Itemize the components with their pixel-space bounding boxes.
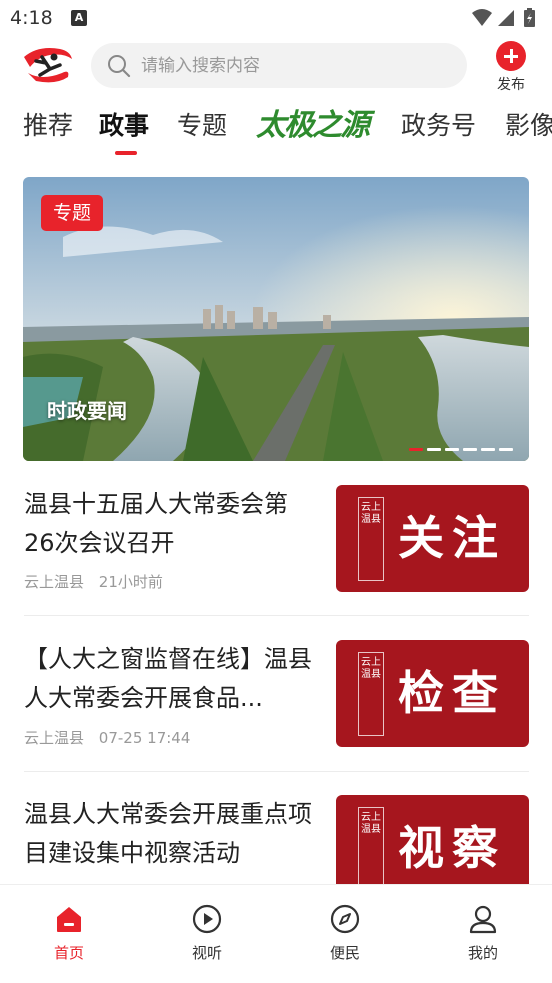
thumbnail-text: 视察	[398, 821, 506, 875]
news-time: 21小时前	[98, 573, 163, 591]
news-thumbnail[interactable]: 云上温县 视察	[336, 795, 529, 885]
news-meta: 云上温县 07-25 17:44	[24, 727, 200, 748]
news-source: 云上温县	[24, 573, 85, 591]
carousel-dot	[499, 448, 513, 451]
carousel-indicator	[409, 448, 517, 452]
user-icon	[469, 905, 497, 934]
tab-gov-accounts[interactable]: 政务号	[401, 106, 476, 146]
publish-button[interactable]: 发布	[490, 41, 532, 95]
status-bar: 4:18 A	[0, 0, 552, 38]
nav-home[interactable]: 首页	[0, 885, 138, 975]
news-time: 07-25 17:44	[98, 729, 191, 747]
carousel-dot	[463, 448, 477, 451]
tab-politics[interactable]: 政事	[99, 106, 149, 146]
news-title[interactable]: 温县十五届人大常委会第26次会议召开	[24, 485, 316, 563]
thumbnail-seal: 云上温县	[358, 652, 384, 736]
divider	[24, 615, 529, 616]
plus-icon	[496, 41, 526, 71]
nav-label: 我的	[467, 944, 498, 962]
nav-media[interactable]: 视听	[138, 885, 276, 975]
thumbnail-seal-text: 云上温县	[361, 812, 381, 835]
tab-recommend[interactable]: 推荐	[23, 106, 73, 146]
nav-label: 首页	[53, 944, 84, 962]
home-icon	[57, 907, 81, 932]
carousel-dot	[481, 448, 495, 451]
tab-taiji-label: 太极之源	[256, 108, 370, 143]
thumbnail-seal-text: 云上温县	[361, 657, 381, 680]
play-icon	[192, 904, 222, 934]
thumbnail-text: 检查	[398, 666, 506, 720]
tab-topics[interactable]: 专题	[177, 106, 227, 146]
news-thumbnail[interactable]: 云上温县 关注	[336, 485, 529, 592]
tab-gallery[interactable]: 影像	[505, 106, 552, 146]
news-meta: 云上温县 21小时前	[24, 571, 173, 592]
active-tab-indicator	[115, 151, 137, 155]
thumbnail-seal: 云上温县	[358, 497, 384, 581]
signal-icon	[498, 10, 514, 26]
news-thumbnail[interactable]: 云上温县 检查	[336, 640, 529, 747]
divider	[24, 771, 529, 772]
thumbnail-seal: 云上温县	[358, 807, 384, 885]
header: 发布	[0, 38, 552, 96]
news-item[interactable]: 温县十五届人大常委会第26次会议召开 云上温县 21小时前 云上温县 关注	[0, 485, 552, 640]
bottom-nav: 首页 视听 便民 我的	[0, 884, 552, 983]
nav-services[interactable]: 便民	[276, 885, 414, 975]
search-icon	[108, 55, 131, 78]
search-input[interactable]	[141, 43, 441, 88]
channel-tabs: 推荐 政事 专题 太极之源 政务号 影像	[0, 100, 552, 164]
news-item[interactable]: 温县人大常委会开展重点项目建设集中视察活动 云上温县 视察	[0, 795, 552, 885]
carousel-dot	[409, 448, 423, 451]
compass-icon	[330, 904, 360, 934]
tab-taiji[interactable]: 太极之源	[256, 106, 370, 146]
banner-tag: 专题	[41, 195, 104, 231]
banner-carousel[interactable]: 专题 时政要闻	[23, 177, 529, 461]
nav-label: 便民	[329, 944, 360, 962]
carousel-dot	[445, 448, 459, 451]
search-bar[interactable]	[91, 43, 467, 88]
news-title[interactable]: 【人大之窗监督在线】温县人大常委会开展食品...	[24, 640, 316, 718]
nav-label: 视听	[191, 944, 222, 962]
publish-label: 发布	[497, 77, 525, 93]
news-title[interactable]: 温县人大常委会开展重点项目建设集中视察活动	[24, 795, 316, 873]
carousel-dot	[427, 448, 441, 451]
status-time: 4:18	[10, 7, 53, 29]
thumbnail-text: 关注	[398, 511, 506, 565]
thumbnail-seal-text: 云上温县	[361, 502, 381, 525]
nav-profile[interactable]: 我的	[414, 885, 552, 975]
app-logo-icon[interactable]	[20, 43, 74, 85]
notification-icon: A	[71, 10, 87, 26]
status-icons	[472, 8, 535, 27]
wifi-icon	[472, 9, 492, 26]
banner-caption: 时政要闻	[47, 399, 127, 423]
news-source: 云上温县	[24, 729, 85, 747]
